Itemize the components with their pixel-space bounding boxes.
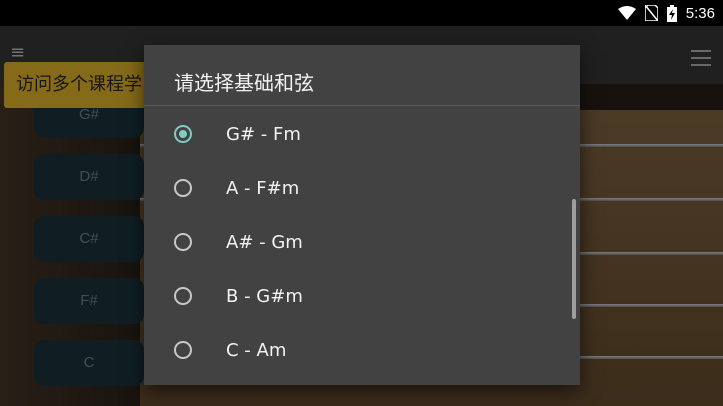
radio-unchecked-icon[interactable]: [174, 341, 192, 359]
status-icons: 5:36: [617, 0, 715, 26]
battery-charging-icon: [666, 4, 677, 22]
dialog-divider: [144, 105, 580, 106]
scrollbar-thumb[interactable]: [572, 199, 576, 319]
option-b-gsharpm[interactable]: B - G#m: [144, 269, 564, 323]
status-bar: 5:36: [0, 0, 723, 26]
options-list: G# - Fm A - F#m A# - Gm B - G#m C - Am: [144, 107, 580, 385]
wifi-icon: [617, 6, 636, 20]
option-gsharp-fm[interactable]: G# - Fm: [144, 107, 564, 161]
radio-unchecked-icon[interactable]: [174, 179, 192, 197]
status-time: 5:36: [685, 4, 715, 22]
option-label: A# - Gm: [226, 231, 303, 253]
option-a-fsharpm[interactable]: A - F#m: [144, 161, 564, 215]
option-c-am[interactable]: C - Am: [144, 323, 564, 377]
option-label: C - Am: [226, 339, 287, 361]
option-label: G# - Fm: [226, 123, 301, 145]
dialog-title: 请选择基础和弦: [174, 71, 314, 95]
option-label: A - F#m: [226, 177, 300, 199]
radio-checked-icon[interactable]: [174, 125, 192, 143]
radio-unchecked-icon[interactable]: [174, 233, 192, 251]
option-label: B - G#m: [226, 285, 303, 307]
radio-unchecked-icon[interactable]: [174, 287, 192, 305]
no-sim-icon: [644, 5, 658, 21]
option-asharp-gm[interactable]: A# - Gm: [144, 215, 564, 269]
chord-select-dialog: 请选择基础和弦 G# - Fm A - F#m A# - Gm B - G#m …: [144, 45, 580, 385]
